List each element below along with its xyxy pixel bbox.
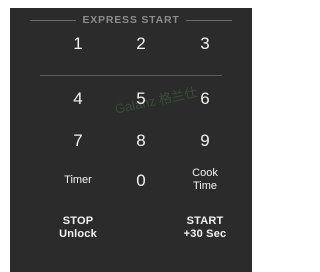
key-8-button[interactable]: 8 (111, 125, 171, 155)
start-30-sec-button[interactable]: START +30 Sec (175, 213, 235, 243)
keypad-panel: EXPRESS START Galanz 格兰仕 1 2 3 4 5 6 7 8… (10, 8, 252, 272)
express-start-header: EXPRESS START (10, 13, 252, 27)
key-7-label: 7 (73, 130, 83, 150)
timer-label: Timer (64, 173, 92, 186)
key-1-label: 1 (73, 33, 83, 53)
cook-time-label-line2: Time (192, 180, 218, 192)
key-1-button[interactable]: 1 (48, 28, 108, 58)
key-0-label: 0 (136, 170, 146, 190)
stop-unlock-button[interactable]: STOP Unlock (48, 213, 108, 243)
key-5-button[interactable]: 5 (111, 83, 171, 113)
key-3-label: 3 (200, 33, 210, 53)
key-4-button[interactable]: 4 (48, 83, 108, 113)
key-5-label: 5 (136, 88, 146, 108)
stop-label: STOP (62, 215, 94, 227)
express-start-label: EXPRESS START (82, 14, 180, 26)
cook-time-label-line1: Cook (192, 167, 218, 179)
key-9-label: 9 (200, 130, 210, 150)
key-6-label: 6 (200, 88, 210, 108)
timer-button[interactable]: Timer (48, 165, 108, 195)
start-label: START (186, 215, 224, 227)
key-6-button[interactable]: 6 (175, 83, 235, 113)
cook-time-button[interactable]: Cook Time (175, 165, 235, 195)
key-9-button[interactable]: 9 (175, 125, 235, 155)
plus-30-sec-label: +30 Sec (183, 228, 227, 240)
key-4-label: 4 (73, 88, 83, 108)
header-rule-left (30, 19, 77, 21)
key-0-button[interactable]: 0 (111, 165, 171, 195)
key-2-button[interactable]: 2 (111, 28, 171, 58)
header-rule-right (185, 19, 233, 21)
key-2-label: 2 (136, 33, 146, 53)
key-8-label: 8 (136, 130, 146, 150)
express-start-divider (40, 75, 222, 76)
key-7-button[interactable]: 7 (48, 125, 108, 155)
unlock-label: Unlock (59, 228, 97, 240)
key-3-button[interactable]: 3 (175, 28, 235, 58)
